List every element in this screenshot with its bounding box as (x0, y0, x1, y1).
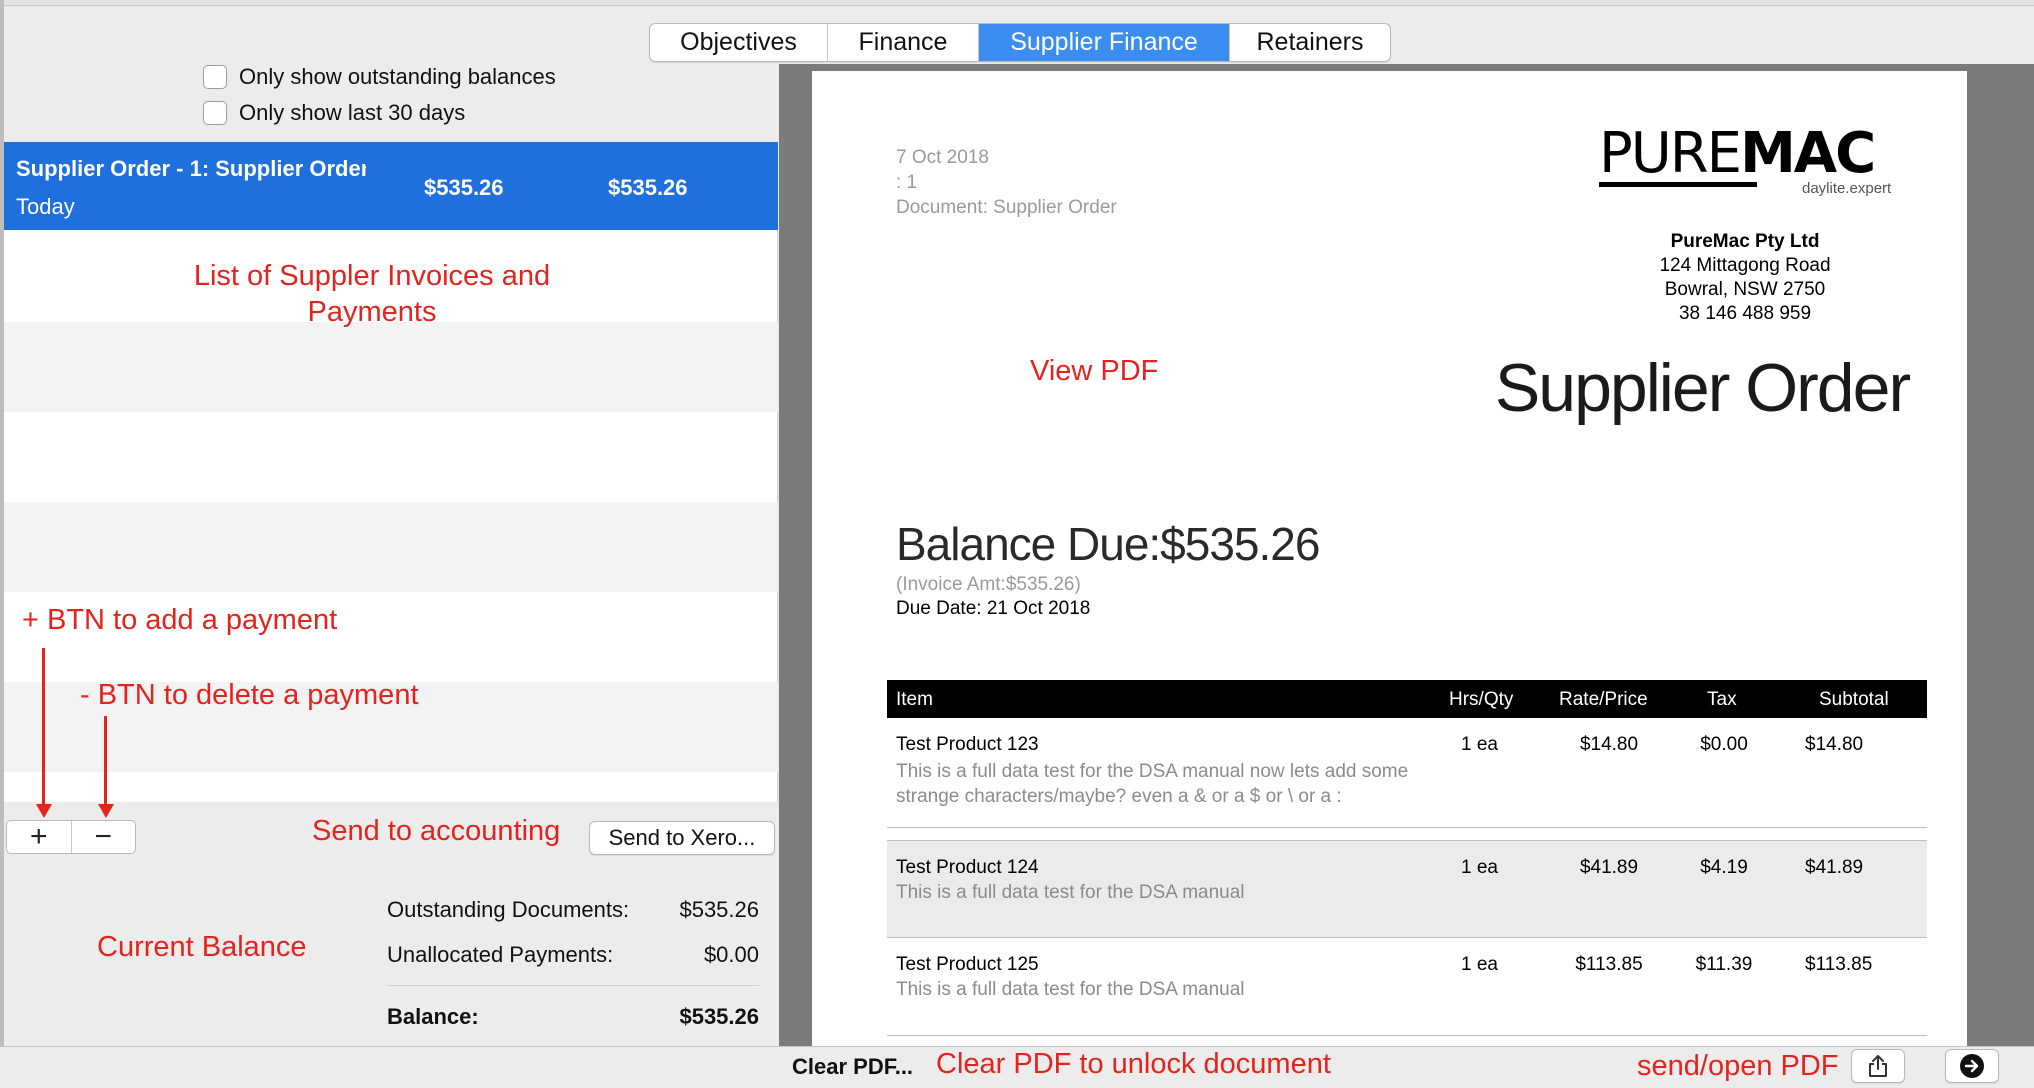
tab-supplier-finance[interactable]: Supplier Finance (979, 24, 1230, 61)
item-qty: 1 ea (1461, 734, 1498, 755)
annotation-view-pdf: View PDF (1030, 355, 1159, 387)
company-abn: 38 146 488 959 (1678, 303, 1812, 324)
item-rate: $14.80 (1579, 734, 1639, 755)
tab-retainers[interactable]: Retainers (1230, 24, 1390, 61)
balance-label: Balance: (387, 1004, 479, 1029)
outstanding-filter-label: Only show outstanding balances (239, 64, 556, 89)
annotation-current-balance: Current Balance (97, 931, 307, 963)
annotation-send-open-pdf: send/open PDF (1637, 1050, 1839, 1082)
open-pdf-button[interactable] (1945, 1049, 1999, 1083)
pdf-invoice-amount: (Invoice Amt:$535.26) (896, 574, 1081, 595)
annotation-arrow (42, 648, 45, 806)
annotation-clear-pdf: Clear PDF to unlock document (936, 1048, 1331, 1080)
pdf-document-title: Supplier Order (1494, 350, 1911, 426)
unallocated-payments-value: $0.00 (703, 942, 759, 967)
list-item-date: Today (16, 194, 75, 219)
company-name: PureMac Pty Ltd (1670, 231, 1820, 252)
pdf-number: : 1 (896, 172, 918, 193)
add-remove-control: + − (6, 820, 136, 854)
company-address-2: Bowral, NSW 2750 (1664, 279, 1826, 300)
unallocated-payments-label: Unallocated Payments: (387, 942, 614, 967)
list-item-title: Supplier Order - 1: Supplier Order (16, 156, 366, 181)
item-qty: 1 ea (1461, 954, 1498, 975)
annotation-send-accounting: Send to accounting (312, 815, 561, 847)
puremac-logo: PUREMAC (1599, 121, 1876, 186)
column-subtotal: Subtotal (1819, 689, 1889, 710)
annotation-delete-button: - BTN to delete a payment (80, 679, 419, 711)
list-item-selected[interactable]: Supplier Order - 1: Supplier Order Today… (4, 142, 778, 230)
share-pdf-button[interactable] (1851, 1049, 1905, 1083)
company-address-1: 124 Mittagong Road (1659, 255, 1831, 276)
outstanding-documents-value: $535.26 (679, 897, 759, 922)
outstanding-documents-label: Outstanding Documents: (387, 897, 630, 922)
list-item-balance: $535.26 (608, 175, 688, 200)
list-stripe (4, 502, 778, 592)
annotation-list: List of Suppler Invoices and Payments (193, 260, 551, 328)
item-tax: $0.00 (1700, 734, 1748, 755)
pdf-due-date: Due Date: 21 Oct 2018 (896, 598, 1091, 619)
remove-payment-button[interactable]: − (72, 820, 136, 853)
column-tax: Tax (1707, 689, 1737, 710)
pdf-date: 7 Oct 2018 (896, 147, 989, 168)
last30-checkbox[interactable] (203, 101, 227, 125)
arrow-right-circle-icon (1960, 1054, 1984, 1078)
column-item: Item (896, 689, 933, 710)
pdf-balance-due: Balance Due:$535.26 (896, 518, 1320, 570)
annotation-add-button: + BTN to add a payment (22, 604, 338, 636)
share-icon (1869, 1055, 1887, 1077)
pdf-document-type: Document: Supplier Order (896, 197, 1117, 218)
item-subtotal: $41.89 (1805, 857, 1864, 878)
item-tax: $4.19 (1700, 857, 1748, 878)
tab-bar: Objectives Finance Supplier Finance Reta… (649, 23, 1391, 62)
window-top-edge (0, 0, 2034, 6)
annotation-arrowhead (98, 804, 114, 818)
list-item-amount: $535.26 (424, 175, 504, 200)
items-table-header: Item Hrs/Qty Rate/Price Tax Subtotal (887, 680, 1927, 718)
clear-pdf-button[interactable]: Clear PDF... (792, 1054, 913, 1080)
tab-objectives[interactable]: Objectives (650, 24, 828, 61)
item-tax: $11.39 (1695, 954, 1753, 975)
table-row: Test Product 123 This is a full data tes… (887, 718, 1927, 828)
last30-filter[interactable]: Only show last 30 days (203, 100, 465, 126)
item-description: This is a full data test for the DSA man… (896, 979, 1245, 1000)
item-subtotal: $113.85 (1805, 954, 1873, 975)
outstanding-filter[interactable]: Only show outstanding balances (203, 64, 556, 90)
table-row: Test Product 124 This is a full data tes… (887, 840, 1927, 938)
item-rate: $113.85 (1575, 954, 1643, 975)
item-name: Test Product 125 (896, 954, 1039, 975)
annotation-arrow (104, 716, 107, 806)
logo-tagline: daylite.expert (1802, 180, 1892, 197)
last30-filter-label: Only show last 30 days (239, 100, 466, 125)
balance-value: $535.26 (679, 1004, 759, 1029)
annotation-arrowhead (36, 804, 52, 818)
list-stripe (4, 322, 778, 412)
item-rate: $41.89 (1579, 857, 1639, 878)
item-name: Test Product 123 (896, 734, 1039, 755)
pdf-page: 7 Oct 2018 : 1 Document: Supplier Order … (812, 71, 1967, 1046)
add-payment-button[interactable]: + (7, 820, 72, 853)
send-to-xero-button[interactable]: Send to Xero... (589, 821, 775, 855)
item-qty: 1 ea (1461, 857, 1498, 878)
balance-divider (387, 985, 759, 986)
logo-underline (1599, 182, 1757, 187)
tab-finance[interactable]: Finance (828, 24, 979, 61)
column-rate: Rate/Price (1559, 689, 1648, 710)
item-subtotal: $14.80 (1805, 734, 1864, 755)
column-qty: Hrs/Qty (1449, 689, 1514, 710)
item-description: This is a full data test for the DSA man… (896, 882, 1245, 903)
item-name: Test Product 124 (896, 857, 1039, 878)
item-description: This is a full data test for the DSA man… (896, 761, 1409, 807)
table-row: Test Product 125 This is a full data tes… (887, 938, 1927, 1036)
outstanding-checkbox[interactable] (203, 65, 227, 89)
